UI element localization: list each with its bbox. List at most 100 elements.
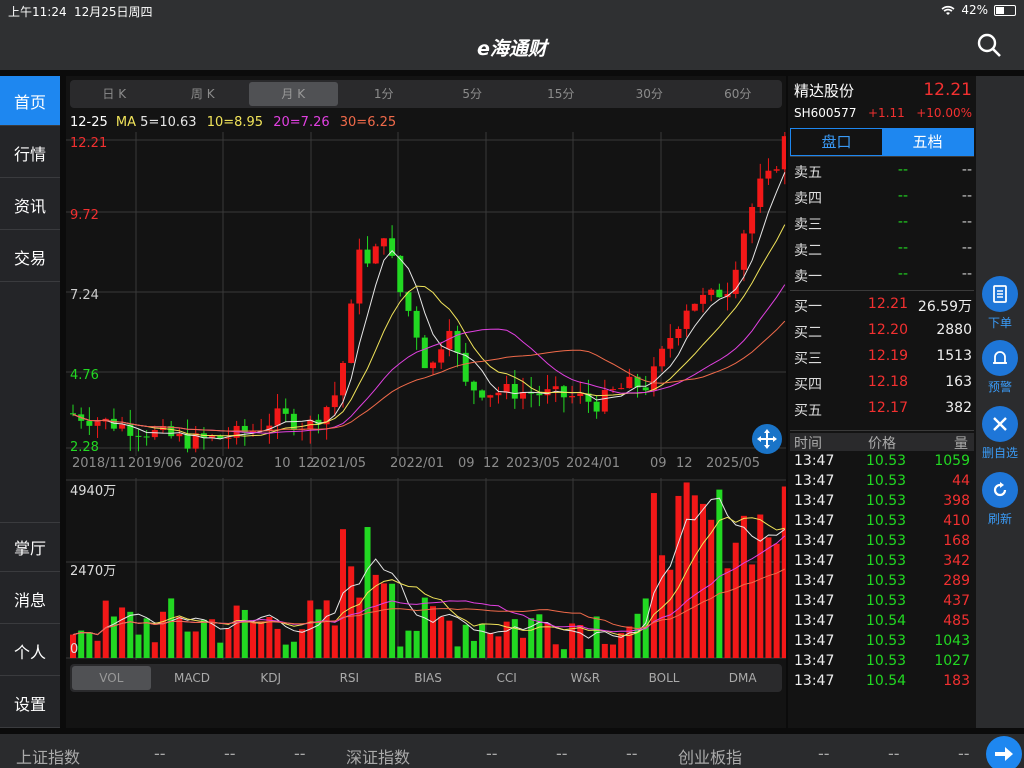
trades-header: 时间 价格 量 — [790, 433, 974, 452]
candle — [282, 408, 289, 414]
tab-five-levels[interactable]: 五档 — [882, 129, 973, 155]
trade-volume: 1027 — [934, 653, 970, 669]
kline-chart[interactable] — [66, 132, 786, 456]
price-axis-label: 7.24 — [70, 288, 99, 303]
volume-bar — [86, 632, 93, 658]
refresh-icon — [993, 482, 1007, 497]
ask-row[interactable]: 卖三 -- -- — [794, 210, 972, 236]
status-right: 42% — [941, 3, 1016, 17]
trade-row: 13:47 10.53 1043 — [794, 633, 970, 653]
ticker-change: -- — [556, 744, 568, 763]
bid-row[interactable]: 买三 12.19 1513 — [794, 344, 972, 370]
ticker-change: -- — [888, 744, 900, 763]
tab-period[interactable]: 30分 — [605, 80, 694, 108]
sidebar-item-hall[interactable]: 掌厅 — [0, 522, 60, 572]
trade-price: 10.53 — [866, 453, 907, 469]
divider — [790, 290, 974, 291]
ticker-next-button[interactable] — [986, 736, 1022, 768]
sidebar-item-home[interactable]: 首页 — [0, 76, 60, 126]
tab-period[interactable]: 15分 — [517, 80, 606, 108]
tab-period[interactable]: 5分 — [428, 80, 517, 108]
level-label: 卖一 — [794, 269, 822, 285]
volume-bar — [160, 611, 166, 658]
tab-indicator[interactable]: KDJ — [231, 664, 310, 692]
ticker-value: -- — [818, 744, 830, 763]
trades-header-volume: 量 — [954, 436, 968, 452]
fullscreen-button[interactable] — [752, 424, 782, 454]
level-label: 卖二 — [794, 243, 822, 259]
tab-period[interactable]: 60分 — [694, 80, 783, 108]
ticker-pct: -- — [294, 744, 306, 763]
trade-time: 13:47 — [794, 613, 835, 629]
ask-row[interactable]: 卖五 -- -- — [794, 158, 972, 184]
bid-row[interactable]: 买一 12.21 26.59万 — [794, 292, 972, 318]
trade-row: 13:47 10.53 44 — [794, 473, 970, 493]
tab-indicator[interactable]: RSI — [310, 664, 389, 692]
ask-row[interactable]: 卖一 -- -- — [794, 262, 972, 288]
tab-period[interactable]: 日 K — [70, 80, 159, 108]
date-axis-label: 2025/05 — [706, 456, 761, 471]
date-axis-label: 2023/05 — [506, 456, 561, 471]
volume-bar — [143, 618, 150, 658]
candle — [708, 289, 715, 295]
volume-bar — [168, 598, 175, 658]
remove-watchlist-button[interactable]: 删自选 — [980, 406, 1020, 461]
level-label: 买五 — [794, 403, 822, 419]
tab-indicator[interactable]: W&R — [546, 664, 625, 692]
refresh-button[interactable]: 刷新 — [980, 472, 1020, 527]
sidebar-item-profile[interactable]: 个人 — [0, 626, 60, 676]
ask-row[interactable]: 卖二 -- -- — [794, 236, 972, 262]
bid-row[interactable]: 买二 12.20 2880 — [794, 318, 972, 344]
bid-row[interactable]: 买五 12.17 382 — [794, 396, 972, 422]
tab-indicator[interactable]: BIAS — [389, 664, 468, 692]
alert-button[interactable]: 预警 — [980, 340, 1020, 395]
tab-period[interactable]: 1分 — [340, 80, 429, 108]
volume-bar — [78, 630, 85, 658]
tab-pankou[interactable]: 盘口 — [791, 129, 882, 155]
volume-bar — [290, 641, 297, 658]
tab-indicator[interactable]: CCI — [467, 664, 546, 692]
tab-indicator[interactable]: MACD — [153, 664, 232, 692]
trade-row: 13:47 10.54 485 — [794, 613, 970, 633]
volume-bar — [151, 642, 158, 658]
volume-bar — [250, 621, 256, 658]
bid-row[interactable]: 买四 12.18 163 — [794, 370, 972, 396]
sidebar-item-messages[interactable]: 消息 — [0, 574, 60, 624]
sidebar-item-settings[interactable]: 设置 — [0, 678, 60, 728]
volume-bar — [659, 555, 666, 658]
sidebar-item-trade[interactable]: 交易 — [0, 232, 60, 282]
date-axis-label: 2018/11 — [72, 456, 127, 471]
volume-bar — [94, 640, 101, 658]
order-button[interactable]: 下单 — [980, 276, 1020, 331]
date-axis-label: 09 — [650, 456, 667, 471]
level-label: 卖五 — [794, 165, 822, 181]
date-axis-label: 12 — [483, 456, 500, 471]
tab-indicator[interactable]: BOLL — [625, 664, 704, 692]
search-icon[interactable] — [976, 32, 1002, 58]
ma-label: MA — [115, 115, 137, 130]
volume-bar — [520, 637, 526, 658]
tab-period[interactable]: 周 K — [159, 80, 248, 108]
candle — [70, 413, 76, 415]
candle — [593, 401, 600, 412]
level-price: 12.18 — [867, 374, 908, 390]
volume-bar — [781, 486, 786, 658]
volume-bar — [724, 568, 731, 658]
trade-price: 10.53 — [866, 493, 907, 509]
sidebar-item-news[interactable]: 资讯 — [0, 180, 60, 230]
candle — [495, 392, 502, 396]
candle — [176, 433, 183, 437]
tab-period[interactable]: 月 K — [249, 82, 338, 106]
volume-chart[interactable] — [66, 478, 786, 660]
status-date: 12月25日周四 — [74, 5, 153, 19]
order-icon — [993, 285, 1007, 303]
volume-bar — [127, 611, 134, 658]
ask-row[interactable]: 卖四 -- -- — [794, 184, 972, 210]
tab-indicator[interactable]: DMA — [703, 664, 782, 692]
tab-indicator[interactable]: VOL — [72, 666, 151, 690]
volume-bar — [119, 607, 126, 658]
volume-bar — [470, 640, 477, 658]
index-ticker[interactable]: 上证指数 -- -- -- 深证指数 -- -- -- 创业板指 -- -- -… — [0, 734, 1024, 768]
sidebar-item-market[interactable]: 行情 — [0, 128, 60, 178]
date-axis-label: 2019/06 — [128, 456, 183, 471]
